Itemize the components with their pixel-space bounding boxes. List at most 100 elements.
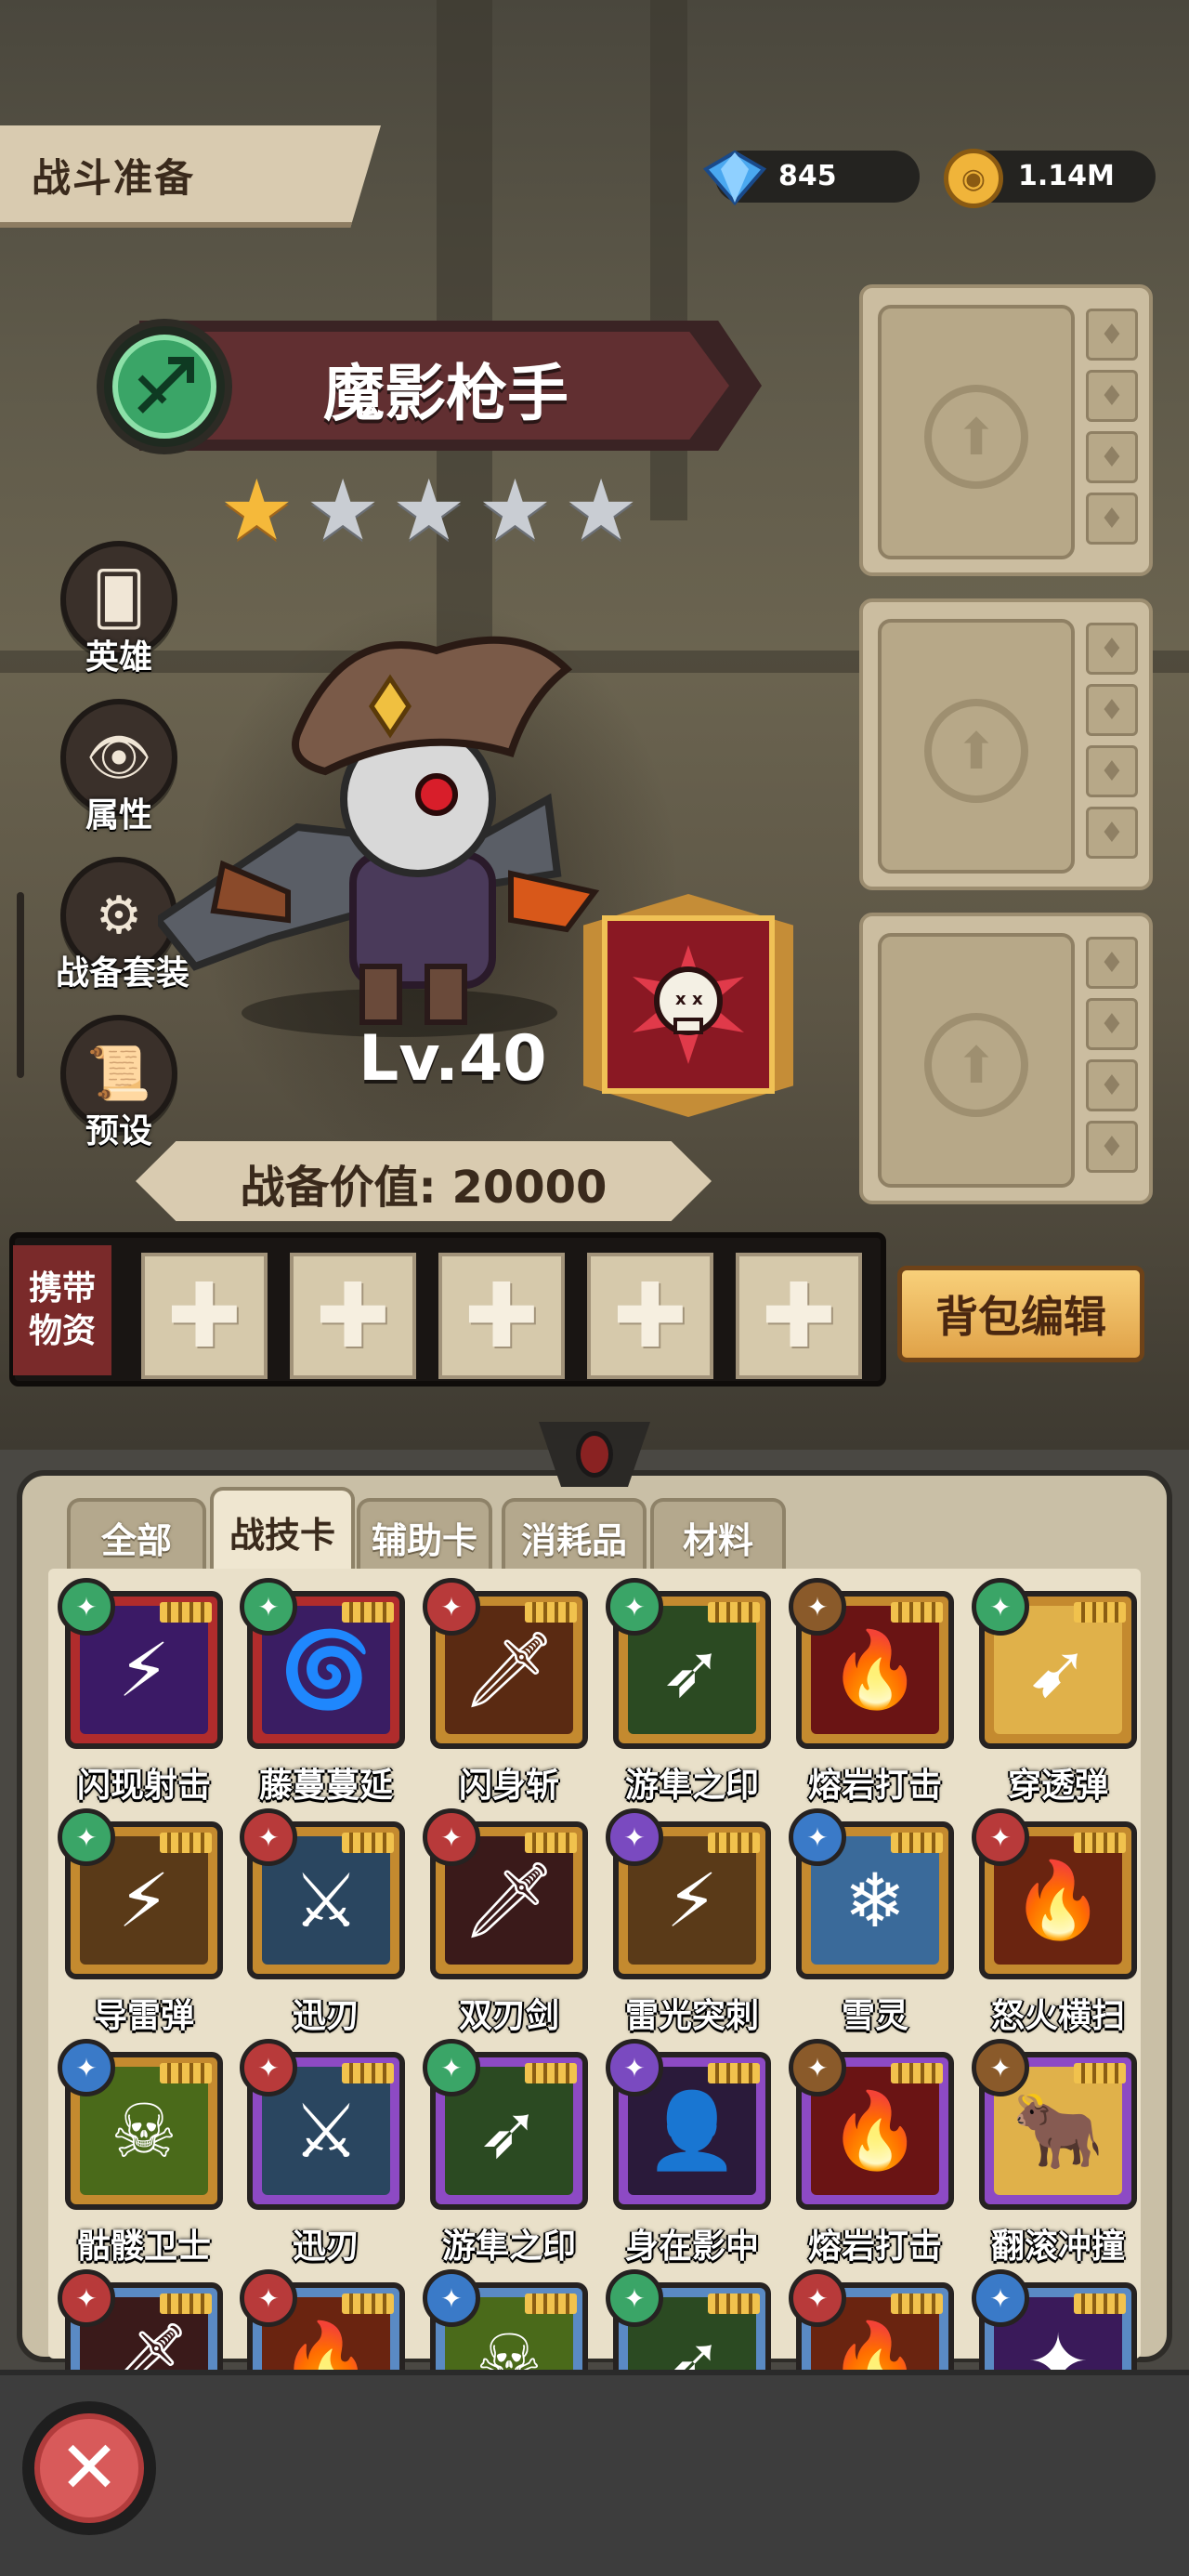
card-rarity-pips xyxy=(342,2293,394,2314)
card-class-icon: ✦ xyxy=(58,2269,115,2327)
star-empty-icon: ★ xyxy=(391,462,467,559)
edit-bag-button[interactable]: 背包编辑 xyxy=(897,1266,1144,1362)
card-class-icon: ✦ xyxy=(972,2269,1029,2327)
equipment-slot[interactable]: ⬆ ♦ ♦ ♦ ♦ xyxy=(859,284,1153,576)
skill-card[interactable]: ⚡ ✦ xyxy=(58,1808,223,1979)
card-rarity-pips xyxy=(1074,2063,1126,2083)
skill-card[interactable]: 🗡 ✦ xyxy=(423,1808,588,1979)
skill-card[interactable]: 🔥 ✦ xyxy=(789,2039,954,2210)
svg-text:x: x xyxy=(692,990,703,1009)
card-rarity-pips xyxy=(342,1602,394,1623)
skill-card[interactable]: ➶ ✦ xyxy=(423,2039,588,2210)
equipment-slot-main[interactable]: ⬆ xyxy=(878,933,1075,1188)
skill-card[interactable]: ⚡ ✦ xyxy=(58,1578,223,1749)
card-rarity-pips xyxy=(891,2063,943,2083)
skill-card-name: 穿透弹 xyxy=(1007,1767,1108,1805)
card-class-icon: ✦ xyxy=(606,2039,663,2096)
plus-icon: ✚ xyxy=(464,1264,540,1368)
class-badge xyxy=(97,319,232,454)
card-rarity-pips xyxy=(1074,2293,1126,2314)
skill-card[interactable]: ➶ ✦ xyxy=(606,1578,771,1749)
carry-slot[interactable]: ✚ xyxy=(736,1253,862,1379)
skill-card[interactable]: 👤 ✦ xyxy=(606,2039,771,2210)
card-rarity-pips xyxy=(342,1833,394,1853)
equipment-placeholder-icon: ⬆ xyxy=(924,1013,1028,1117)
card-class-icon: ✦ xyxy=(423,2039,480,2096)
battle-prep-screen: 战斗准备 845 ◉ 1.14M 魔影枪手 ★ ★ ★ ★ ★ 🂠 英雄 👁 属性 ⚙ 战备套装 📜… xyxy=(0,0,1189,2576)
card-class-icon: ✦ xyxy=(606,2269,663,2327)
gem-socket-icon[interactable]: ♦ xyxy=(1086,1059,1138,1111)
skill-card-name: 闪现射击 xyxy=(76,1767,211,1805)
card-rarity-pips xyxy=(708,1833,760,1853)
gem-socket-icon[interactable]: ♦ xyxy=(1086,309,1138,361)
card-class-icon: ✦ xyxy=(58,2039,115,2096)
hero-character xyxy=(158,636,600,1037)
skill-card[interactable]: ⚡ ✦ xyxy=(606,1808,771,1979)
bottom-bar xyxy=(0,2370,1189,2576)
skill-card[interactable]: ☠ ✦ xyxy=(58,2039,223,2210)
skill-card[interactable]: 🔥 ✦ xyxy=(789,1578,954,1749)
equipment-slot[interactable]: ⬆ ♦ ♦ ♦ ♦ xyxy=(859,913,1153,1204)
gem-socket-icon[interactable]: ♦ xyxy=(1086,431,1138,483)
skull-skill-icon[interactable]: x x xyxy=(602,915,775,1094)
gem-socket-icon[interactable]: ♦ xyxy=(1086,807,1138,859)
skill-card-name: 双刃剑 xyxy=(458,1997,559,2035)
card-rarity-pips xyxy=(525,1833,577,1853)
carry-slot[interactable]: ✚ xyxy=(438,1253,565,1379)
gem-socket-icon[interactable]: ♦ xyxy=(1086,998,1138,1050)
gem-socket-icon[interactable]: ♦ xyxy=(1086,1121,1138,1173)
card-class-icon: ✦ xyxy=(240,1578,297,1636)
card-class-icon: ✦ xyxy=(789,1578,846,1636)
skill-card[interactable]: ⚔ ✦ xyxy=(240,1808,405,1979)
gem-socket-icon[interactable]: ♦ xyxy=(1086,684,1138,736)
card-rarity-pips xyxy=(160,2063,212,2083)
gem-socket-icon[interactable]: ♦ xyxy=(1086,623,1138,675)
card-class-icon: ✦ xyxy=(972,1808,1029,1866)
skill-card[interactable]: 🗡 ✦ xyxy=(423,1578,588,1749)
card-class-icon: ✦ xyxy=(423,1808,480,1866)
card-rarity-pips xyxy=(891,1602,943,1623)
carry-slot[interactable]: ✚ xyxy=(290,1253,416,1379)
skill-card[interactable]: ⚔ ✦ xyxy=(240,2039,405,2210)
card-class-icon: ✦ xyxy=(240,1808,297,1866)
tab-all[interactable]: 全部 xyxy=(67,1498,206,1572)
carry-label-line2: 物资 xyxy=(28,1312,96,1350)
card-rarity-pips xyxy=(525,1602,577,1623)
card-class-icon: ✦ xyxy=(423,1578,480,1636)
tab-skill-cards[interactable]: 战技卡 xyxy=(210,1487,355,1572)
gold-value: 1.14M xyxy=(1018,160,1115,192)
card-class-icon: ✦ xyxy=(789,2039,846,2096)
skill-card[interactable]: ➹ ✦ xyxy=(972,1578,1137,1749)
card-rarity-pips xyxy=(525,2293,577,2314)
close-button[interactable]: ✕ xyxy=(22,2401,156,2535)
skill-card[interactable]: 🔥 ✦ xyxy=(972,1808,1137,1979)
tab-consumables[interactable]: 消耗品 xyxy=(502,1498,647,1572)
gem-socket-icon[interactable]: ♦ xyxy=(1086,745,1138,797)
card-rarity-pips xyxy=(160,1602,212,1623)
equipment-slot-main[interactable]: ⬆ xyxy=(878,619,1075,874)
card-class-icon: ✦ xyxy=(972,2039,1029,2096)
equipment-slot-main[interactable]: ⬆ xyxy=(878,305,1075,559)
skill-card[interactable]: ❄ ✦ xyxy=(789,1808,954,1979)
gem-socket-icon[interactable]: ♦ xyxy=(1086,370,1138,422)
close-icon: ✕ xyxy=(34,2413,144,2523)
card-class-icon: ✦ xyxy=(240,2039,297,2096)
carry-slot[interactable]: ✚ xyxy=(587,1253,713,1379)
carry-label: 携带 物资 xyxy=(13,1245,111,1375)
plus-icon: ✚ xyxy=(166,1264,242,1368)
carry-slot[interactable]: ✚ xyxy=(141,1253,268,1379)
equipment-slot[interactable]: ⬆ ♦ ♦ ♦ ♦ xyxy=(859,598,1153,890)
gold-coin-icon: ◉ xyxy=(944,149,1003,208)
plus-icon: ✚ xyxy=(761,1264,837,1368)
gem-socket-icon[interactable]: ♦ xyxy=(1086,937,1138,989)
gem-socket-icon[interactable]: ♦ xyxy=(1086,493,1138,545)
skill-card-name: 雪灵 xyxy=(841,1997,908,2035)
skill-card[interactable]: 🐂 ✦ xyxy=(972,2039,1137,2210)
card-rarity-pips xyxy=(891,1833,943,1853)
equipment-placeholder-icon: ⬆ xyxy=(924,385,1028,489)
skill-card[interactable]: 🌀 ✦ xyxy=(240,1578,405,1749)
tab-materials[interactable]: 材料 xyxy=(650,1498,786,1572)
side-menu-label: 预设 xyxy=(85,1112,152,1150)
tab-support-cards[interactable]: 辅助卡 xyxy=(357,1498,492,1572)
skill-card-name: 迅刃 xyxy=(292,1997,359,2035)
